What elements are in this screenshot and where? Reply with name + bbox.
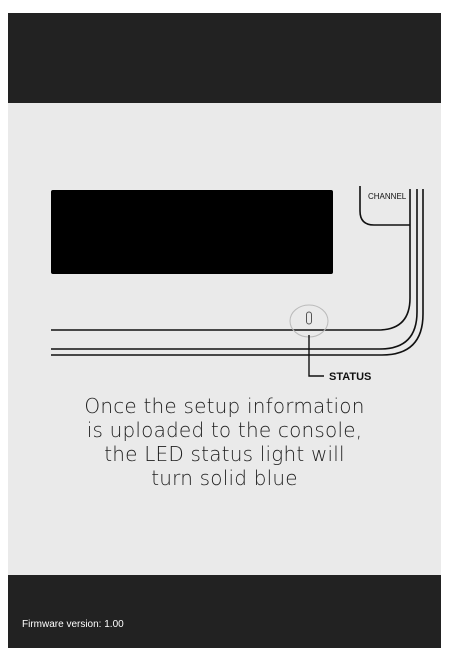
footer-bar — [8, 575, 441, 648]
status-label: STATUS — [329, 371, 371, 383]
instruction-line-3: the LED status light will — [104, 442, 345, 466]
instruction-line-2: is uploaded to the console, — [86, 418, 363, 442]
firmware-version-text: Firmware version: 1.00 — [22, 619, 124, 630]
setup-screen: CHANNEL STATUS Once the setup informatio… — [8, 13, 441, 648]
console-display-screen — [51, 190, 333, 274]
instruction-text: Once the setup information is uploaded t… — [8, 394, 441, 490]
console-illustration: CHANNEL STATUS — [51, 186, 424, 383]
instruction-line-4: turn solid blue — [151, 466, 298, 490]
instruction-line-1: Once the setup information — [84, 394, 365, 418]
channel-label: CHANNEL — [368, 192, 407, 201]
status-led-icon — [306, 311, 312, 325]
